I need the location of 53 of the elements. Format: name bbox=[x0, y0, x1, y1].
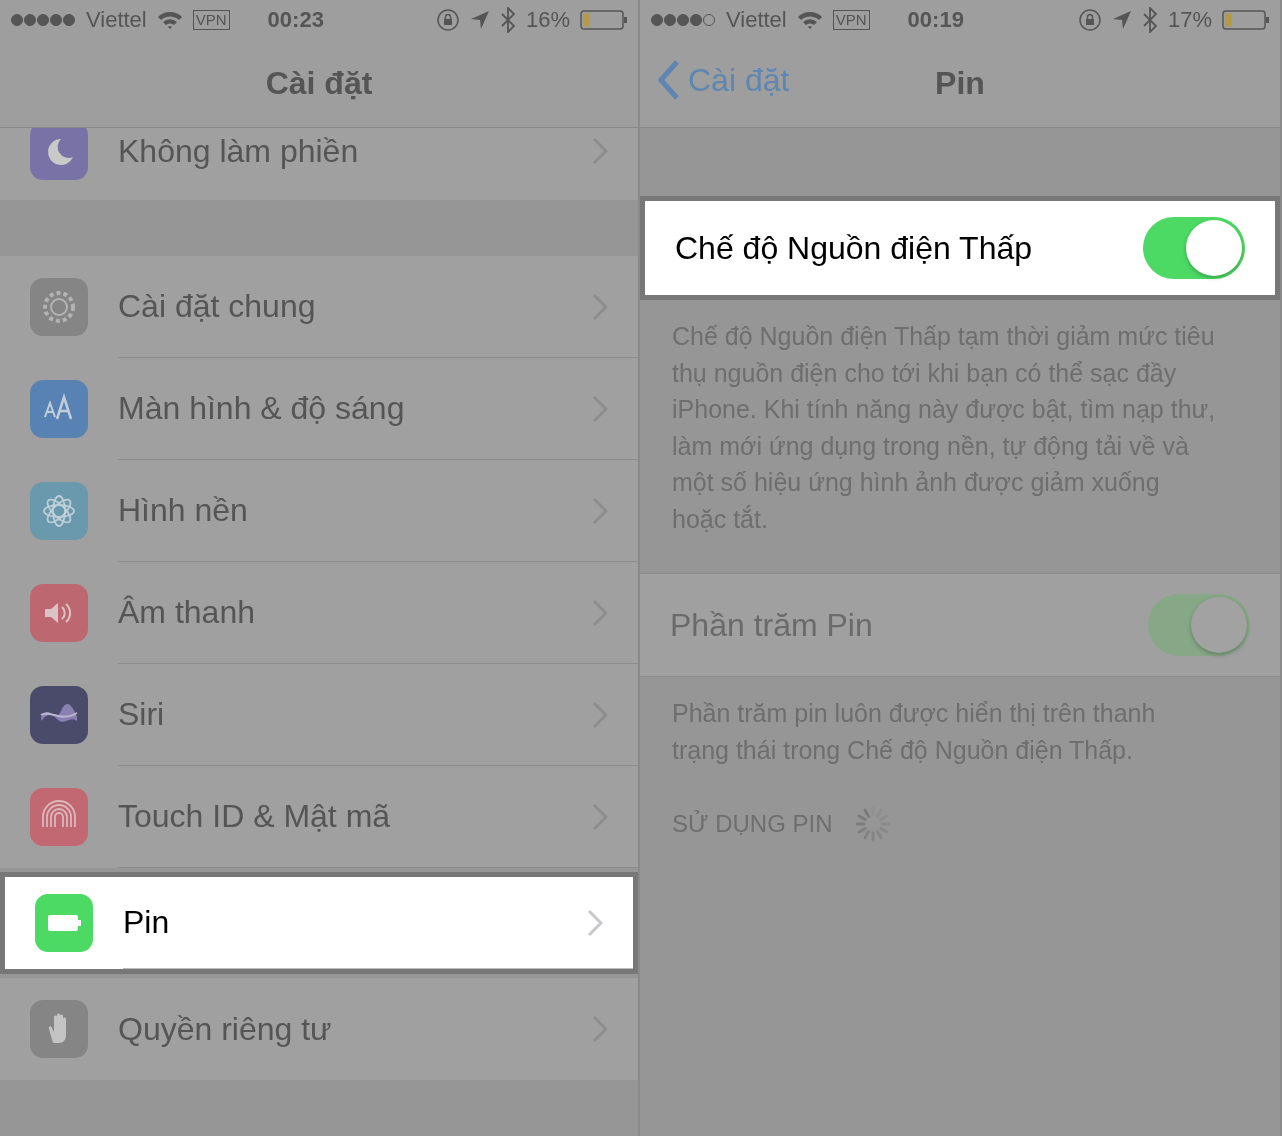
settings-row[interactable]: Âm thanh bbox=[0, 562, 638, 664]
battery-icon bbox=[580, 10, 628, 30]
settings-row[interactable]: Hình nền bbox=[0, 460, 638, 562]
settings-row[interactable]: Cài đặt chung bbox=[0, 256, 638, 358]
wifi-icon bbox=[796, 10, 823, 30]
location-icon bbox=[1111, 10, 1132, 30]
rotation-lock-icon bbox=[1077, 8, 1102, 32]
bluetooth-icon bbox=[499, 7, 516, 33]
settings-row[interactable]: Touch ID & Mật mã bbox=[0, 766, 638, 868]
battery-percent: 17% bbox=[1167, 7, 1212, 33]
settings-row[interactable]: Không làm phiền bbox=[0, 128, 638, 200]
hand-icon bbox=[30, 1000, 88, 1058]
settings-row[interactable]: Pin bbox=[0, 872, 638, 974]
gear-icon bbox=[30, 278, 88, 336]
back-chevron-icon bbox=[658, 60, 680, 100]
wifi-icon bbox=[156, 10, 183, 30]
carrier-name: Viettel bbox=[86, 7, 147, 33]
row-label: Màn hình & độ sáng bbox=[118, 390, 406, 427]
carrier-name: Viettel bbox=[726, 7, 787, 33]
row-label: Không làm phiền bbox=[118, 132, 360, 170]
row-label: Siri bbox=[118, 696, 166, 733]
signal-icon bbox=[650, 13, 716, 27]
setting-label: Chế độ Nguồn điện Thấp bbox=[675, 229, 1033, 267]
vpn-indicator: VPN bbox=[192, 10, 230, 30]
siri-icon bbox=[30, 686, 88, 744]
battery-icon bbox=[1222, 10, 1270, 30]
settings-row[interactable]: Siri bbox=[0, 664, 638, 766]
text-icon bbox=[30, 380, 88, 438]
clock-time: 00:19 bbox=[907, 7, 965, 33]
nav-title: Pin bbox=[935, 65, 985, 102]
row-label: Touch ID & Mật mã bbox=[118, 798, 392, 835]
battery-icon bbox=[35, 894, 93, 952]
signal-icon bbox=[10, 13, 76, 27]
row-label: Hình nền bbox=[118, 492, 249, 529]
row-label: Pin bbox=[123, 904, 171, 941]
moon-icon bbox=[30, 128, 88, 180]
settings-row[interactable]: Màn hình & độ sáng bbox=[0, 358, 638, 460]
row-label: Cài đặt chung bbox=[118, 288, 317, 325]
location-icon bbox=[469, 10, 490, 30]
vpn-indicator: VPN bbox=[832, 10, 870, 30]
nav-title: Cài đặt bbox=[265, 65, 373, 102]
toggle-switch[interactable] bbox=[1143, 217, 1245, 279]
row-label: Quyền riêng tư bbox=[118, 1010, 333, 1048]
bluetooth-icon bbox=[1141, 7, 1158, 33]
clock-time: 00:23 bbox=[267, 7, 325, 33]
chevron-icon bbox=[587, 908, 603, 937]
fingerprint-icon bbox=[30, 788, 88, 846]
battery-percent: 16% bbox=[525, 7, 570, 33]
settings-row[interactable]: Quyền riêng tư bbox=[0, 978, 638, 1080]
speaker-icon bbox=[30, 584, 88, 642]
flower-icon bbox=[30, 482, 88, 540]
rotation-lock-icon bbox=[435, 8, 460, 32]
row-label: Âm thanh bbox=[118, 594, 256, 631]
